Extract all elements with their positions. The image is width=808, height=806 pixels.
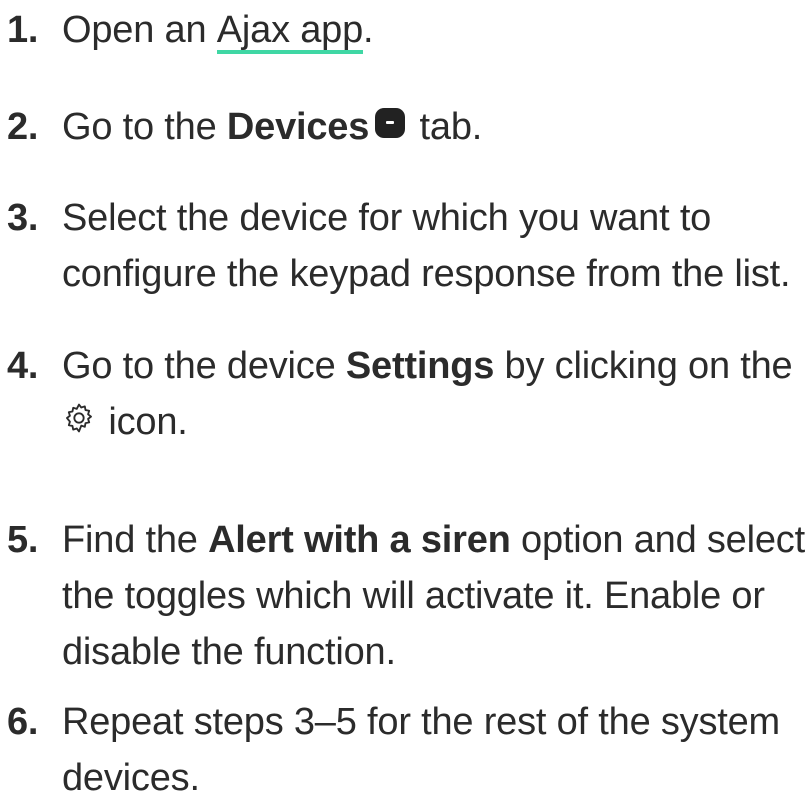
step-number: 6. xyxy=(7,701,39,743)
step-5: 5. Find the Alert with a siren option an… xyxy=(0,512,808,680)
step-text: Go to the device Settings by clicking on… xyxy=(62,338,808,450)
step-number: 1. xyxy=(7,9,39,51)
step-text-line: Select the device for which you want to xyxy=(62,197,712,239)
step-text: Go to the Devices tab. xyxy=(62,99,808,155)
step-text-line: Repeat steps 3–5 for the rest of the sys… xyxy=(62,701,781,743)
instruction-list: 1. Open an Ajax app. 2. Go to the Device… xyxy=(0,0,808,799)
step-2: 2. Go to the Devices tab. xyxy=(0,99,808,155)
step-text-line: the toggles which will activate it. Enab… xyxy=(62,575,765,617)
step-1: 1. Open an Ajax app. xyxy=(0,2,808,58)
step-6: 6. Repeat steps 3–5 for the rest of the … xyxy=(0,694,808,806)
step-text-part: . xyxy=(363,9,374,51)
step-text-line: configure the keypad response from the l… xyxy=(62,253,791,295)
step-text: Select the device for which you want to … xyxy=(62,190,808,302)
step-number: 2. xyxy=(7,106,39,148)
step-4: 4. Go to the device Settings by clicking… xyxy=(0,338,808,450)
step-text-line: devices. xyxy=(62,757,200,799)
step-text-line: Find the Alert with a siren option and s… xyxy=(62,512,808,568)
step-text-part: by clicking on the xyxy=(494,345,793,387)
ajax-app-link[interactable]: Ajax app xyxy=(216,10,363,54)
step-text: Find the Alert with a siren option and s… xyxy=(62,512,808,680)
step-text-part: tab. xyxy=(409,106,483,148)
step-number: 3. xyxy=(7,197,39,239)
alert-with-siren-label: Alert with a siren xyxy=(208,519,511,561)
step-3: 3. Select the device for which you want … xyxy=(0,190,808,302)
step-text-part: icon. xyxy=(98,401,188,443)
step-text: Repeat steps 3–5 for the rest of the sys… xyxy=(62,694,808,806)
step-number: 5. xyxy=(7,519,39,561)
step-text-part: option and select xyxy=(510,519,805,561)
step-text: Open an Ajax app. xyxy=(62,2,808,58)
step-text-line: disable the function. xyxy=(62,631,396,673)
gear-icon xyxy=(66,403,92,433)
step-text-part: Go to the device xyxy=(62,345,346,387)
settings-label: Settings xyxy=(345,345,495,387)
step-text-part: Go to the xyxy=(62,106,227,148)
step-text-part: Open an xyxy=(62,9,217,51)
devices-tab-icon xyxy=(375,107,406,138)
devices-label: Devices xyxy=(226,106,370,148)
step-number: 4. xyxy=(7,345,39,387)
step-text-part: Find the xyxy=(62,519,209,561)
step-text-line: Go to the device Settings by clicking on… xyxy=(62,338,808,394)
step-text-line: icon. xyxy=(62,394,808,450)
